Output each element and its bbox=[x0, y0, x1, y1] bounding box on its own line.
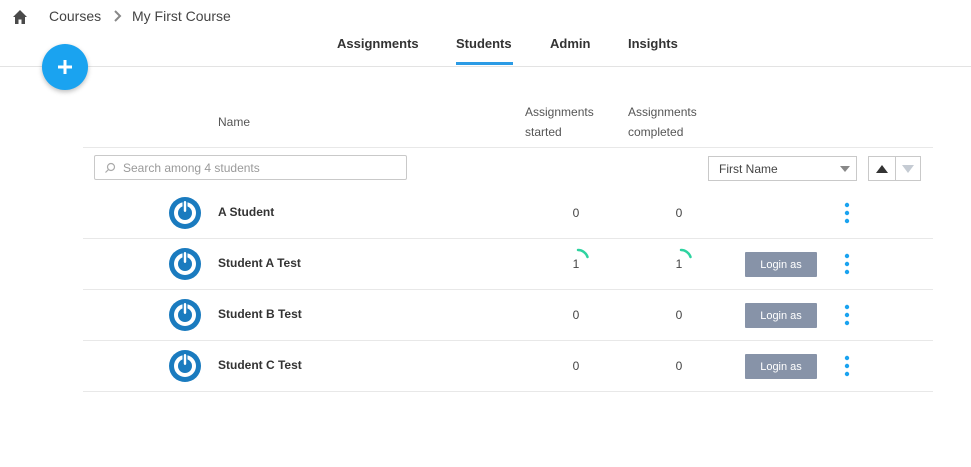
triangle-down-icon bbox=[902, 165, 914, 173]
avatar bbox=[169, 197, 201, 229]
table-row: Student A Test 1 1 Login as bbox=[0, 239, 971, 290]
progress-arc bbox=[576, 248, 589, 259]
assignments-started-count: 0 bbox=[572, 206, 580, 220]
more-options-icon[interactable] bbox=[840, 303, 854, 327]
assignments-completed-count: 0 bbox=[675, 359, 683, 373]
caret-down-icon bbox=[840, 166, 850, 172]
assignments-completed-count: 0 bbox=[675, 308, 683, 322]
triangle-up-icon bbox=[876, 165, 888, 173]
login-as-button[interactable]: Login as bbox=[745, 303, 817, 328]
sort-direction-control bbox=[868, 156, 921, 181]
column-header-completed: Assignments completed bbox=[628, 102, 697, 142]
avatar bbox=[169, 299, 201, 331]
tab-assignments[interactable]: Assignments bbox=[337, 36, 419, 51]
header-divider bbox=[0, 66, 971, 67]
chevron-right-icon bbox=[114, 10, 122, 22]
column-header-started-line2: started bbox=[525, 125, 562, 139]
search-icon bbox=[105, 162, 116, 173]
home-icon[interactable] bbox=[12, 9, 28, 25]
avatar bbox=[169, 350, 201, 382]
more-options-icon[interactable] bbox=[840, 201, 854, 225]
more-options-icon[interactable] bbox=[840, 252, 854, 276]
sort-field-value: First Name bbox=[719, 162, 778, 176]
tab-insights[interactable]: Insights bbox=[628, 36, 678, 51]
login-as-button[interactable]: Login as bbox=[745, 354, 817, 379]
column-header-completed-line1: Assignments bbox=[628, 105, 697, 119]
more-options-icon[interactable] bbox=[840, 354, 854, 378]
active-tab-indicator bbox=[456, 62, 513, 65]
add-button[interactable] bbox=[42, 44, 88, 90]
sort-ascending-button[interactable] bbox=[869, 157, 896, 180]
header-row-divider bbox=[83, 147, 933, 148]
sort-field-select[interactable]: First Name bbox=[708, 156, 857, 181]
column-header-started: Assignments started bbox=[525, 102, 594, 142]
tab-students[interactable]: Students bbox=[456, 36, 512, 51]
assignments-started-count: 0 bbox=[572, 308, 580, 322]
breadcrumb-courses[interactable]: Courses bbox=[49, 8, 101, 24]
student-name[interactable]: Student C Test bbox=[218, 358, 302, 372]
column-header-started-line1: Assignments bbox=[525, 105, 594, 119]
sort-descending-button[interactable] bbox=[896, 157, 920, 180]
search-input[interactable] bbox=[123, 159, 393, 177]
table-row: Student B Test 0 0 Login as bbox=[0, 290, 971, 341]
breadcrumb-current-course[interactable]: My First Course bbox=[132, 8, 231, 24]
student-name[interactable]: A Student bbox=[218, 205, 274, 219]
table-row: A Student 0 0 bbox=[0, 188, 971, 239]
student-name[interactable]: Student B Test bbox=[218, 307, 302, 321]
student-name[interactable]: Student A Test bbox=[218, 256, 301, 270]
assignments-started-count: 0 bbox=[572, 359, 580, 373]
login-as-button[interactable]: Login as bbox=[745, 252, 817, 277]
avatar bbox=[169, 248, 201, 280]
progress-arc bbox=[679, 248, 692, 259]
column-header-name: Name bbox=[218, 115, 251, 129]
table-row: Student C Test 0 0 Login as bbox=[0, 341, 971, 392]
column-header-completed-line2: completed bbox=[628, 125, 684, 139]
student-search[interactable] bbox=[94, 155, 407, 180]
plus-icon bbox=[58, 60, 72, 74]
row-divider bbox=[83, 391, 933, 392]
assignments-completed-count: 0 bbox=[675, 206, 683, 220]
course-tabs: Assignments Students Admin Insights bbox=[0, 36, 971, 66]
tab-admin[interactable]: Admin bbox=[550, 36, 590, 51]
